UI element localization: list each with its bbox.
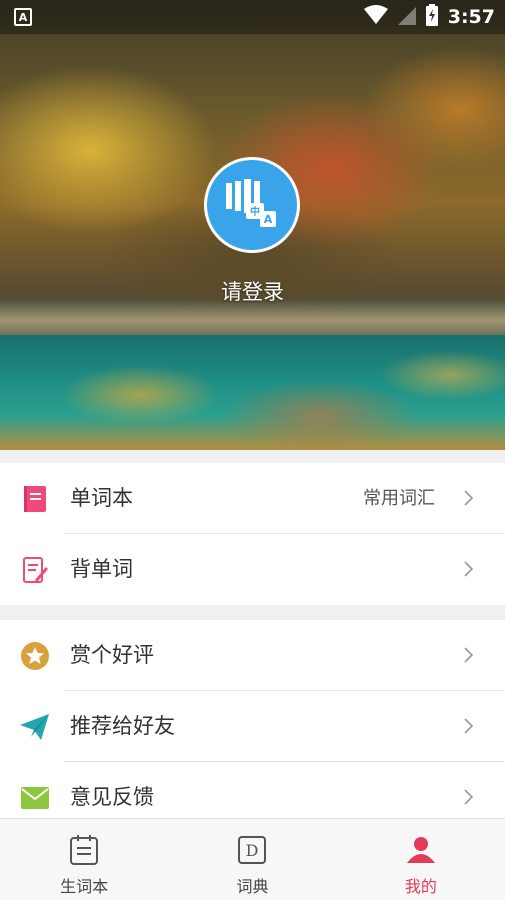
avatar[interactable]: 中 A	[204, 157, 300, 253]
menu-item-label: 单词本	[70, 486, 133, 510]
menu-group-words: 单词本 常用词汇 背单词	[0, 463, 505, 605]
menu-item-label: 意见反馈	[70, 785, 154, 809]
status-time: 3:57	[447, 6, 495, 28]
nav-tab-label: 我的	[404, 877, 437, 896]
chevron-right-icon	[464, 718, 474, 734]
status-bar: A 3:57	[0, 0, 505, 34]
app-notification-icon: A	[14, 8, 32, 26]
menu-item-label: 推荐给好友	[70, 714, 175, 738]
memorize-icon	[20, 555, 50, 585]
nav-tab-label: 生词本	[60, 877, 109, 896]
send-icon	[20, 712, 50, 742]
signal-icon	[397, 5, 416, 30]
menu-item-label: 赏个好评	[70, 643, 154, 667]
wifi-icon	[363, 4, 388, 30]
menu-item-rate[interactable]: 赏个好评	[0, 620, 505, 691]
nav-tab-notebook[interactable]: 生词本	[0, 819, 168, 900]
nav-tab-dictionary[interactable]: D 词典	[168, 819, 336, 900]
menu-item-value: 常用词汇	[363, 488, 435, 509]
background-shore	[0, 300, 505, 340]
menu-item-share[interactable]: 推荐给好友	[0, 691, 505, 762]
menu-item-memorize[interactable]: 背单词	[0, 534, 505, 605]
star-icon	[20, 641, 50, 671]
menu-item-feedback[interactable]: 意见反馈	[0, 762, 505, 818]
translate-app-icon: 中 A	[226, 179, 276, 227]
svg-text:D: D	[246, 841, 259, 860]
menu-item-wordbook[interactable]: 单词本 常用词汇	[0, 463, 505, 534]
bottom-navigation: 生词本 D 词典 我的	[0, 818, 505, 900]
chevron-right-icon	[464, 647, 474, 663]
notebook-icon	[67, 833, 101, 867]
menu-group-app: 赏个好评 推荐给好友 意见反馈	[0, 620, 505, 818]
mail-icon	[20, 783, 50, 813]
wordbook-icon	[20, 484, 50, 514]
user-icon	[404, 833, 438, 867]
nav-tab-label: 词典	[236, 877, 269, 896]
dictionary-icon: D	[235, 833, 269, 867]
battery-charging-icon	[425, 3, 438, 31]
background-lake	[0, 335, 505, 450]
chevron-right-icon	[464, 490, 474, 506]
menu-item-label: 背单词	[70, 557, 133, 581]
chevron-right-icon	[464, 561, 474, 577]
svg-text:A: A	[264, 213, 273, 226]
nav-tab-mine[interactable]: 我的	[337, 819, 505, 900]
svg-text:中: 中	[250, 205, 260, 218]
chevron-right-icon	[464, 789, 474, 805]
login-prompt[interactable]: 请登录	[0, 276, 505, 306]
